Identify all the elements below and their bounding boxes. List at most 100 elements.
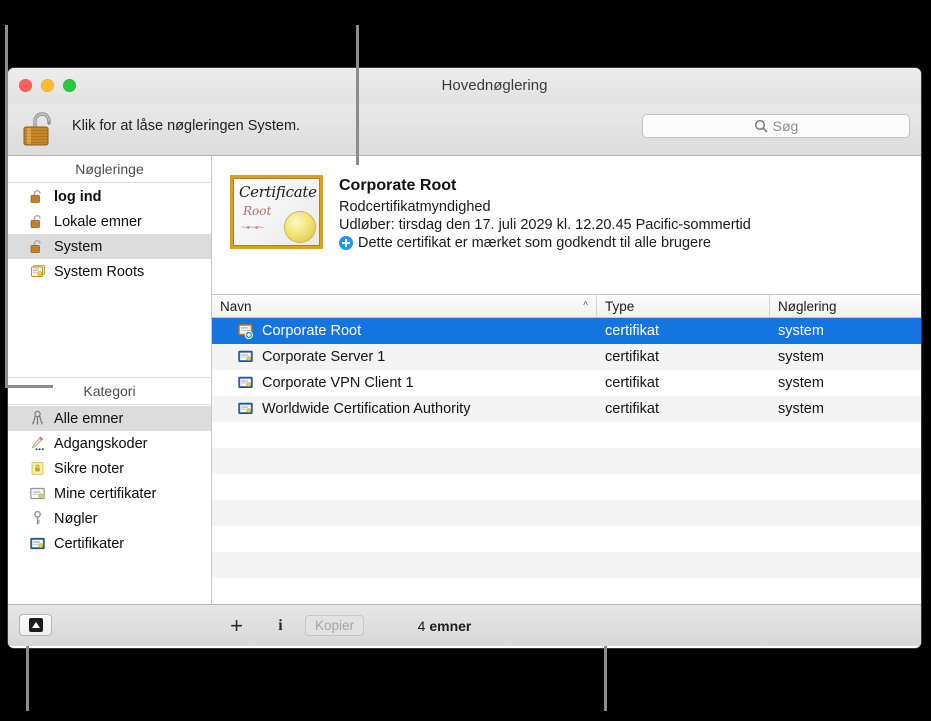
sidebar-item-alle-emner[interactable]: Alle emner [8, 406, 211, 431]
column-header-type[interactable]: Type [597, 295, 770, 317]
callout-line-keychains-left [5, 25, 8, 388]
table-row-empty [212, 526, 921, 552]
pencil-password-icon [29, 435, 46, 452]
keychains-list: log ind Lokale emner System System Roots [8, 183, 211, 284]
cell-name-label: Corporate VPN Client 1 [262, 375, 414, 391]
padlock-svg [23, 112, 51, 146]
sidebar-item-label: Alle emner [54, 410, 124, 427]
keychains-section: Nøgleringe log ind Lokale emner System S… [8, 156, 211, 377]
certificate-name: Corporate Root [339, 177, 457, 194]
keychain-access-window: Hovednøglering Klik for at låse nøglerin… [8, 68, 921, 648]
callout-line-keychains-elbow [5, 385, 53, 388]
column-header-navn[interactable]: Navn ^ [212, 295, 597, 317]
certificate-kind: Rodcertifikatmyndighed [339, 199, 491, 215]
sidebar-item-label: System [54, 238, 103, 255]
table-row-empty [212, 578, 921, 604]
sidebar-item-label: Lokale emner [54, 213, 142, 230]
cell-name: Corporate Server 1 [212, 349, 597, 365]
category-section: Kategori Alle emner Adgangskoder Sikre n… [8, 377, 211, 604]
certificate-icon [238, 402, 255, 417]
unlocked-keychain-icon [29, 213, 46, 230]
cell-type: certifikat [605, 323, 659, 339]
cell-name: Corporate VPN Client 1 [212, 375, 597, 391]
sidebar-item-label: Sikre noter [54, 460, 125, 477]
column-header-noglering[interactable]: Nøglering [770, 295, 921, 317]
certificate-icon [238, 376, 255, 391]
callout-line-item-count [604, 646, 607, 711]
yellow-lock-note-icon [29, 460, 46, 477]
thumbnail-flourish: ~•~•~ [241, 222, 264, 234]
blue-plus-badge-icon [339, 236, 353, 250]
my-certificate-icon [29, 485, 46, 502]
table-row-empty [212, 552, 921, 578]
certificate-icon [29, 535, 46, 552]
window-titlebar: Hovednøglering [8, 68, 921, 104]
sidebar-item-system-roots[interactable]: System Roots [8, 259, 211, 284]
search-input[interactable]: Søg [642, 114, 910, 138]
sidebar-item-mine-certifikater[interactable]: Mine certifikater [8, 481, 211, 506]
table-row[interactable]: Worldwide Certification Authority certif… [212, 396, 921, 422]
table-row[interactable]: Corporate Root certifikat system [212, 318, 921, 344]
items-table: Navn ^ Type Nøglering Corporate Root cer… [212, 294, 921, 604]
table-row-empty [212, 500, 921, 526]
window-title: Hovednøglering [441, 77, 548, 94]
open-padlock-icon[interactable] [18, 107, 64, 153]
sidebar-item-label: Adgangskoder [54, 435, 148, 452]
keyring-icon [29, 410, 46, 427]
sidebar-item-label: System Roots [54, 263, 145, 280]
certificate-icon [238, 350, 255, 365]
cell-name-label: Corporate Server 1 [262, 349, 386, 365]
certificate-detail: Certificate Root ~•~•~ Corporate Root Ro… [212, 156, 921, 294]
item-count-number: 4 [417, 618, 426, 634]
window-body: Nøgleringe log ind Lokale emner System S… [8, 156, 921, 604]
callout-line-detail-top [356, 25, 359, 165]
cell-name-label: Worldwide Certification Authority [262, 401, 471, 417]
detail-pane: Certificate Root ~•~•~ Corporate Root Ro… [212, 156, 921, 604]
sidebar-item-label: Certifikater [54, 535, 125, 552]
sidebar: Nøgleringe log ind Lokale emner System S… [8, 156, 212, 604]
cell-keychain: system [778, 349, 824, 365]
table-header-row: Navn ^ Type Nøglering [212, 295, 921, 318]
cell-type: certifikat [605, 375, 659, 391]
table-body: Corporate Root certifikat system Corpora… [212, 318, 921, 604]
item-count-word: emner [429, 618, 472, 634]
gold-seal-icon [285, 212, 315, 242]
sidebar-item-certifikater[interactable]: Certifikater [8, 531, 211, 556]
certificate-trust-text: Dette certifikat er mærket som godkendt … [358, 235, 711, 251]
cell-keychain: system [778, 323, 824, 339]
sidebar-item-label: Mine certifikater [54, 485, 157, 502]
cell-keychain: system [778, 401, 824, 417]
certificate-expiry: Udløber: tirsdag den 17. juli 2029 kl. 1… [339, 217, 751, 233]
cell-name: Corporate Root [212, 323, 597, 339]
table-row-empty [212, 448, 921, 474]
item-count-status: 4 emner [8, 618, 921, 634]
cell-name: Worldwide Certification Authority [212, 401, 597, 417]
cell-name-label: Corporate Root [262, 323, 362, 339]
cell-keychain: system [778, 375, 824, 391]
screenshot-root: Hovednøglering Klik for at låse nøglerin… [0, 0, 931, 721]
sidebar-item-sikre-noter[interactable]: Sikre noter [8, 456, 211, 481]
certificate-root-add-icon [238, 323, 255, 339]
table-row-empty [212, 422, 921, 448]
sidebar-item-lokale-emner[interactable]: Lokale emner [8, 209, 211, 234]
category-header: Kategori [8, 378, 211, 405]
key-icon [29, 510, 46, 527]
cell-type: certifikat [605, 349, 659, 365]
sidebar-item-nogler[interactable]: Nøgler [8, 506, 211, 531]
search-placeholder: Søg [772, 118, 799, 134]
sidebar-item-system[interactable]: System [8, 234, 211, 259]
column-header-label: Nøglering [778, 298, 837, 314]
sidebar-item-log-ind[interactable]: log ind [8, 184, 211, 209]
table-row[interactable]: Corporate Server 1 certifikat system [212, 344, 921, 370]
certificate-thumbnail-icon: Certificate Root ~•~•~ [230, 175, 323, 249]
bottom-toolbar: + i Kopier 4 emner [8, 604, 921, 646]
table-row[interactable]: Corporate VPN Client 1 certifikat system [212, 370, 921, 396]
sidebar-item-label: log ind [54, 188, 102, 205]
sort-ascending-icon: ^ [583, 300, 588, 312]
column-header-label: Type [605, 298, 635, 314]
sidebar-item-label: Nøgler [54, 510, 98, 527]
cell-type: certifikat [605, 401, 659, 417]
keychains-header: Nøgleringe [8, 156, 211, 183]
sidebar-item-adgangskoder[interactable]: Adgangskoder [8, 431, 211, 456]
certificate-stack-icon [29, 263, 46, 280]
